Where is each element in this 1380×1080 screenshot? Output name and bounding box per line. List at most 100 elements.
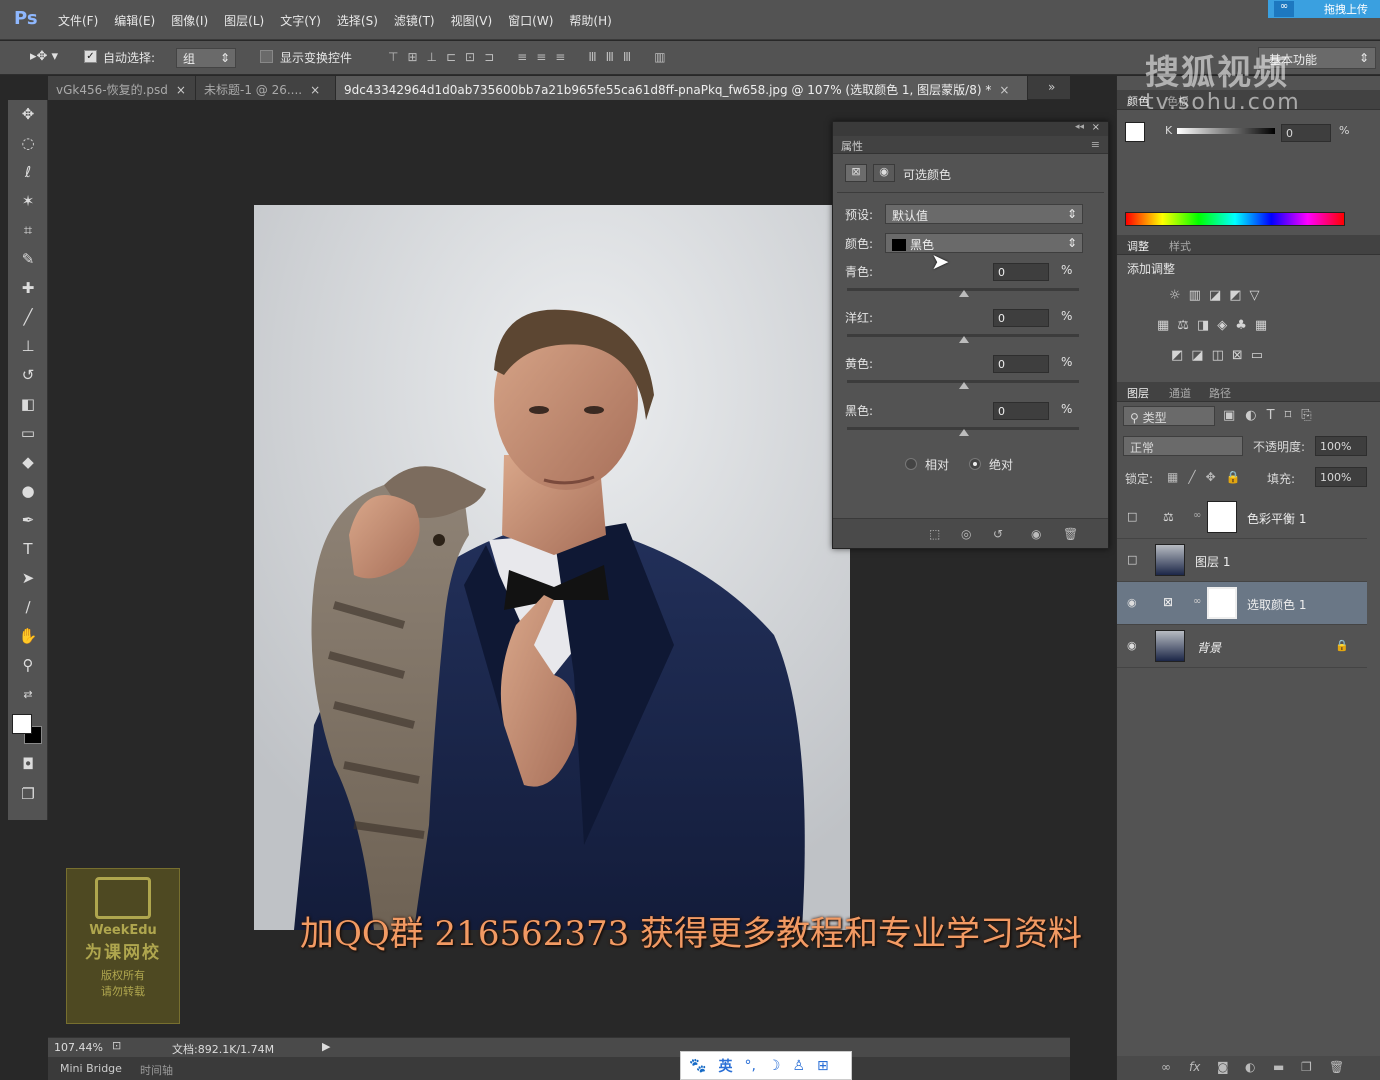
k-slider[interactable] xyxy=(1177,128,1275,134)
auto-select-checkbox[interactable]: ✓ xyxy=(84,50,97,63)
tab-doc-3[interactable]: 9dc43342964d1d0ab735600bb7a21b965fe55ca6… xyxy=(336,76,1028,100)
brightness-icon[interactable]: ☼ xyxy=(1169,288,1189,303)
opacity-field[interactable]: 100% xyxy=(1315,436,1367,456)
tab-doc-2[interactable]: 未标题-1 @ 26.... × xyxy=(196,76,336,100)
show-transform-checkbox[interactable] xyxy=(260,50,273,63)
lock-all-icon[interactable]: 🔒 xyxy=(1226,470,1251,484)
preset-dropdown[interactable]: 默认值 ⇕ xyxy=(885,204,1083,224)
user-icon[interactable]: ♙ xyxy=(792,1058,805,1074)
hand-tool-icon[interactable]: ✋ xyxy=(8,622,48,651)
layer-row-color-balance[interactable]: □ ⚖ ∞ 色彩平衡 1 xyxy=(1117,496,1367,539)
layer-row-background[interactable]: ◉ 背景 🔒 xyxy=(1117,625,1367,668)
relative-radio[interactable] xyxy=(905,458,917,470)
auto-align-icon[interactable]: ▥ xyxy=(654,50,666,64)
channel-mixer-icon[interactable]: ♣ xyxy=(1235,318,1255,333)
smart-filter-icon[interactable]: ⎘ xyxy=(1301,408,1321,423)
menu-window[interactable]: 窗口(W) xyxy=(508,12,553,29)
layer-row-selective-color[interactable]: ◉ ⊠ ∞ 选取颜色 1 xyxy=(1117,582,1367,625)
healing-brush-icon[interactable]: ✚ xyxy=(8,274,48,303)
lasso-tool-icon[interactable]: ℓ xyxy=(8,158,48,187)
align-right-icon[interactable]: ⊐ xyxy=(484,50,495,64)
tab-paths[interactable]: 路径 xyxy=(1209,385,1231,401)
adjust-filter-icon[interactable]: ◐ xyxy=(1245,408,1266,423)
close-icon[interactable]: × xyxy=(176,83,186,97)
exposure-icon[interactable]: ◩ xyxy=(1229,288,1249,303)
menu-layer[interactable]: 图层(L) xyxy=(224,12,264,29)
distribute-right-icon[interactable]: Ⅲ xyxy=(623,50,632,64)
delete-layer-icon[interactable]: 🗑 xyxy=(1329,1060,1344,1074)
add-mask-icon[interactable]: ◙ xyxy=(1217,1060,1229,1074)
eraser-tool-icon[interactable]: ◧ xyxy=(8,390,48,419)
layer-mask-thumb[interactable] xyxy=(1207,587,1237,619)
k-value[interactable]: 0 xyxy=(1281,124,1331,142)
layer-mask-thumb[interactable] xyxy=(1207,501,1237,533)
pen-tool-icon[interactable]: ✒ xyxy=(8,506,48,535)
link-layers-icon[interactable]: ∞ xyxy=(1161,1060,1171,1074)
layer-thumb[interactable] xyxy=(1155,630,1185,662)
panel-menu-icon[interactable]: ≡ xyxy=(1091,138,1100,151)
tab-adjustments[interactable]: 调整 xyxy=(1127,238,1149,254)
paw-icon[interactable]: 🐾 xyxy=(689,1058,706,1074)
close-icon[interactable]: × xyxy=(999,83,1009,97)
type-tool-icon[interactable]: T xyxy=(8,535,48,564)
magic-wand-icon[interactable]: ✶ xyxy=(8,187,48,216)
align-vcenter-icon[interactable]: ⊞ xyxy=(407,50,418,64)
auto-select-dropdown[interactable]: 组 ⇕ xyxy=(176,48,236,68)
distribute-bottom-icon[interactable]: ≡ xyxy=(555,50,566,64)
fx-icon[interactable]: fx xyxy=(1189,1060,1200,1074)
invert-icon[interactable]: ◩ xyxy=(1171,348,1191,363)
menu-file[interactable]: 文件(F) xyxy=(58,12,98,29)
delete-icon[interactable]: 🗑 xyxy=(1063,527,1078,541)
path-select-icon[interactable]: ➤ xyxy=(8,564,48,593)
distribute-left-icon[interactable]: Ⅲ xyxy=(588,50,597,64)
align-left-icon[interactable]: ⊏ xyxy=(446,50,457,64)
magenta-slider-thumb[interactable] xyxy=(959,336,969,343)
dodge-tool-icon[interactable]: ● xyxy=(8,477,48,506)
collapse-icon[interactable]: ◂◂ xyxy=(1075,122,1084,132)
cyan-value[interactable]: 0 xyxy=(993,263,1049,281)
shape-filter-icon[interactable]: ⌑ xyxy=(1285,408,1302,423)
new-layer-icon[interactable]: ❐ xyxy=(1301,1060,1312,1074)
color-lookup-icon[interactable]: ▦ xyxy=(1255,318,1275,333)
lock-position-icon[interactable]: ✥ xyxy=(1206,470,1226,484)
photo-filter-icon[interactable]: ◈ xyxy=(1217,318,1235,333)
hue-saturation-icon[interactable]: ▦ xyxy=(1157,318,1177,333)
tab-styles[interactable]: 样式 xyxy=(1169,238,1191,254)
vibrance-icon[interactable]: ▽ xyxy=(1250,288,1268,303)
color-fg-swatch[interactable] xyxy=(1125,122,1145,142)
stamp-tool-icon[interactable]: ⊥ xyxy=(8,332,48,361)
align-bottom-icon[interactable]: ⊥ xyxy=(427,50,438,64)
distribute-vcenter-icon[interactable]: ≡ xyxy=(536,50,547,64)
lock-transparent-icon[interactable]: ▦ xyxy=(1167,470,1188,484)
fill-field[interactable]: 100% xyxy=(1315,467,1367,487)
mask-icon[interactable]: ◉ xyxy=(873,164,895,182)
type-filter-icon[interactable]: T xyxy=(1267,408,1285,423)
zoom-tool-icon[interactable]: ⚲ xyxy=(8,651,48,680)
moon-icon[interactable]: ☽ xyxy=(768,1058,781,1074)
close-icon[interactable]: × xyxy=(310,83,320,97)
line-tool-icon[interactable]: ∕ xyxy=(8,593,48,622)
yellow-slider-thumb[interactable] xyxy=(959,382,969,389)
link-icon[interactable]: ∞ xyxy=(1193,510,1201,521)
yellow-value[interactable]: 0 xyxy=(993,355,1049,373)
gradient-tool-icon[interactable]: ▭ xyxy=(8,419,48,448)
ime-mode[interactable]: 英 xyxy=(718,1056,732,1076)
view-previous-icon[interactable]: ◎ xyxy=(961,527,971,541)
punctuation-icon[interactable]: °, xyxy=(744,1058,755,1074)
threshold-icon[interactable]: ◫ xyxy=(1212,348,1232,363)
history-brush-icon[interactable]: ↺ xyxy=(8,361,48,390)
move-tool-icon[interactable]: ▸✥ ▾ xyxy=(30,49,64,67)
foreground-color-swatch[interactable] xyxy=(12,714,32,734)
black-value[interactable]: 0 xyxy=(993,402,1049,420)
visibility-icon[interactable]: ◉ xyxy=(1031,527,1041,541)
black-white-icon[interactable]: ◨ xyxy=(1197,318,1217,333)
blur-tool-icon[interactable]: ◆ xyxy=(8,448,48,477)
levels-icon[interactable]: ▥ xyxy=(1189,288,1209,303)
reset-icon[interactable]: ↺ xyxy=(993,527,1003,541)
menu-filter[interactable]: 滤镜(T) xyxy=(394,12,435,29)
align-hcenter-icon[interactable]: ⊡ xyxy=(465,50,476,64)
upload-button[interactable]: ∞ 拖拽上传 xyxy=(1268,0,1380,18)
tab-channels[interactable]: 通道 xyxy=(1169,385,1191,401)
eye-icon[interactable]: ◉ xyxy=(1127,639,1141,653)
more-tabs-icon[interactable]: » xyxy=(1048,80,1055,94)
